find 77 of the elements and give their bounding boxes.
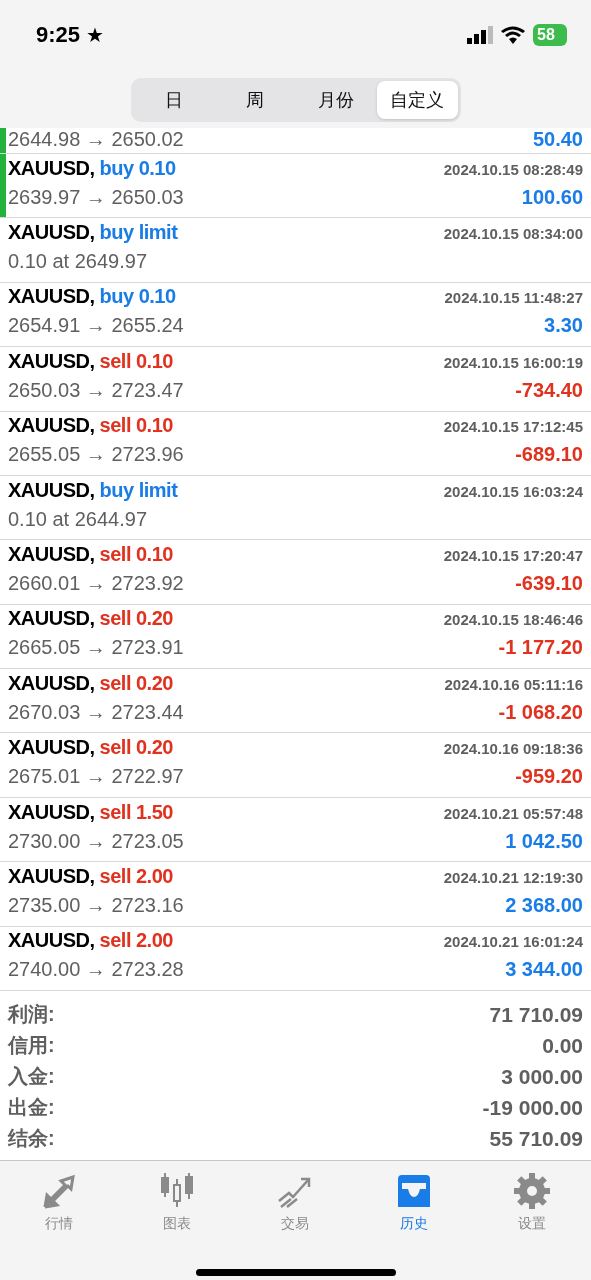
- tab-bar-item[interactable]: 设置: [486, 1171, 577, 1234]
- star-glyph: ★: [86, 24, 105, 46]
- deal-title: XAUUSD, sell 0.20: [8, 671, 173, 695]
- price-range: 0.10 at 2644.97: [8, 507, 147, 531]
- tab-bar-item[interactable]: 交易: [250, 1171, 341, 1234]
- deal-time: 2024.10.16 05:11:16: [444, 675, 583, 693]
- deal-title: XAUUSD, sell 0.10: [8, 349, 173, 373]
- price-range: 0.10 at 2649.97: [8, 250, 147, 274]
- deal-title: XAUUSD, sell 0.10: [8, 543, 173, 566]
- tab-bar-item[interactable]: 行情: [14, 1171, 105, 1234]
- profit-value: -1 068.20: [498, 700, 583, 724]
- settings-icon: [511, 1171, 552, 1212]
- deal-title: XAUUSD, sell 2.00: [8, 929, 173, 953]
- price-range: 2655.05 → 2723.96: [8, 443, 184, 467]
- price-range: 2670.03 → 2723.44: [8, 700, 184, 724]
- battery-level: 58: [533, 24, 567, 46]
- deal-title: XAUUSD, buy 0.10: [8, 285, 176, 309]
- profit-value: 1 042.50: [505, 829, 583, 853]
- deal-time: 2024.10.15 17:20:47: [443, 547, 583, 564]
- tab-bar-item[interactable]: 历史: [368, 1171, 459, 1234]
- price-range: 2675.01 → 2722.97: [8, 765, 184, 789]
- deal-time: 2024.10.21 12:19:30: [443, 868, 583, 886]
- deal-time: 2024.10.15 16:03:24: [443, 482, 583, 500]
- deal-time: 2024.10.15 11:48:27: [444, 289, 583, 307]
- profit-value: -689.10: [515, 443, 583, 467]
- price-range: 2730.00 → 2723.05: [8, 829, 184, 853]
- deal-title: XAUUSD, buy 0.10: [8, 156, 176, 180]
- summary-value: 0.00: [542, 1033, 583, 1058]
- profit-value: -734.40: [515, 378, 583, 402]
- summary-value: 55 710.09: [489, 1126, 583, 1151]
- deal-title: XAUUSD, buy limit: [8, 478, 178, 502]
- profit-value: 100.60: [521, 185, 583, 209]
- status-time: 9:25: [36, 22, 81, 47]
- price-range: 2660.01 → 2723.92: [8, 572, 184, 595]
- deal-title: XAUUSD, sell 0.20: [8, 736, 173, 760]
- wifi-icon: [501, 26, 525, 44]
- price-range: 2735.00 → 2723.16: [8, 893, 184, 917]
- summary-label: 信用:: [8, 1033, 55, 1059]
- profit-value: -639.10: [515, 572, 583, 595]
- deal-time: 2024.10.16 09:18:36: [443, 740, 583, 758]
- deal-time: 2024.10.21 16:01:24: [443, 933, 583, 951]
- price-range: 2654.91 → 2655.24: [8, 314, 184, 338]
- summary-label: 结余:: [8, 1126, 55, 1152]
- deal-time: 2024.10.15 08:28:49: [443, 160, 583, 178]
- price-range: 2650.03 → 2723.47: [8, 378, 184, 402]
- summary-value: -19 000.00: [482, 1095, 583, 1120]
- summary-value: 3 000.00: [501, 1064, 583, 1089]
- period-tab[interactable]: 日: [133, 81, 215, 119]
- summary-label: 利润:: [8, 1002, 55, 1028]
- deal-time: 2024.10.15 18:46:46: [443, 611, 583, 629]
- deal-time: 2024.10.15 08:34:00: [443, 225, 583, 243]
- price-range: 2639.97 → 2650.03: [8, 185, 184, 209]
- price-range: 2644.98 → 2650.02: [8, 128, 184, 152]
- profit-value: 3 344.00: [505, 958, 583, 982]
- profit-value: 50.40: [532, 128, 583, 152]
- period-tab[interactable]: 周: [214, 81, 296, 119]
- price-range: 2740.00 → 2723.28: [8, 958, 184, 982]
- profit-value: -959.20: [515, 765, 583, 789]
- deal-title: XAUUSD, sell 1.50: [8, 800, 173, 824]
- tab-bar-item[interactable]: 图表: [132, 1171, 223, 1234]
- deal-time: 2024.10.15 17:12:45: [443, 418, 583, 436]
- profit-value: 3.30: [544, 314, 583, 338]
- period-tab[interactable]: 自定义: [376, 81, 458, 119]
- deal-title: XAUUSD, sell 2.00: [8, 864, 173, 888]
- summary-label: 入金:: [8, 1064, 55, 1090]
- deal-time: 2024.10.21 05:57:48: [443, 804, 583, 822]
- signal-icon: [467, 26, 493, 44]
- deal-time: 2024.10.15 16:00:19: [443, 353, 583, 371]
- deal-title: XAUUSD, buy limit: [8, 221, 178, 245]
- profit-value: 2 368.00: [505, 893, 583, 917]
- profit-value: -1 177.20: [498, 636, 583, 660]
- period-tab[interactable]: 月份: [295, 81, 377, 119]
- summary-value: 71 710.09: [489, 1002, 583, 1027]
- price-range: 2665.05 → 2723.91: [8, 636, 184, 660]
- summary-label: 出金:: [8, 1095, 55, 1121]
- deal-title: XAUUSD, sell 0.10: [8, 414, 173, 438]
- deal-title: XAUUSD, sell 0.20: [8, 607, 173, 631]
